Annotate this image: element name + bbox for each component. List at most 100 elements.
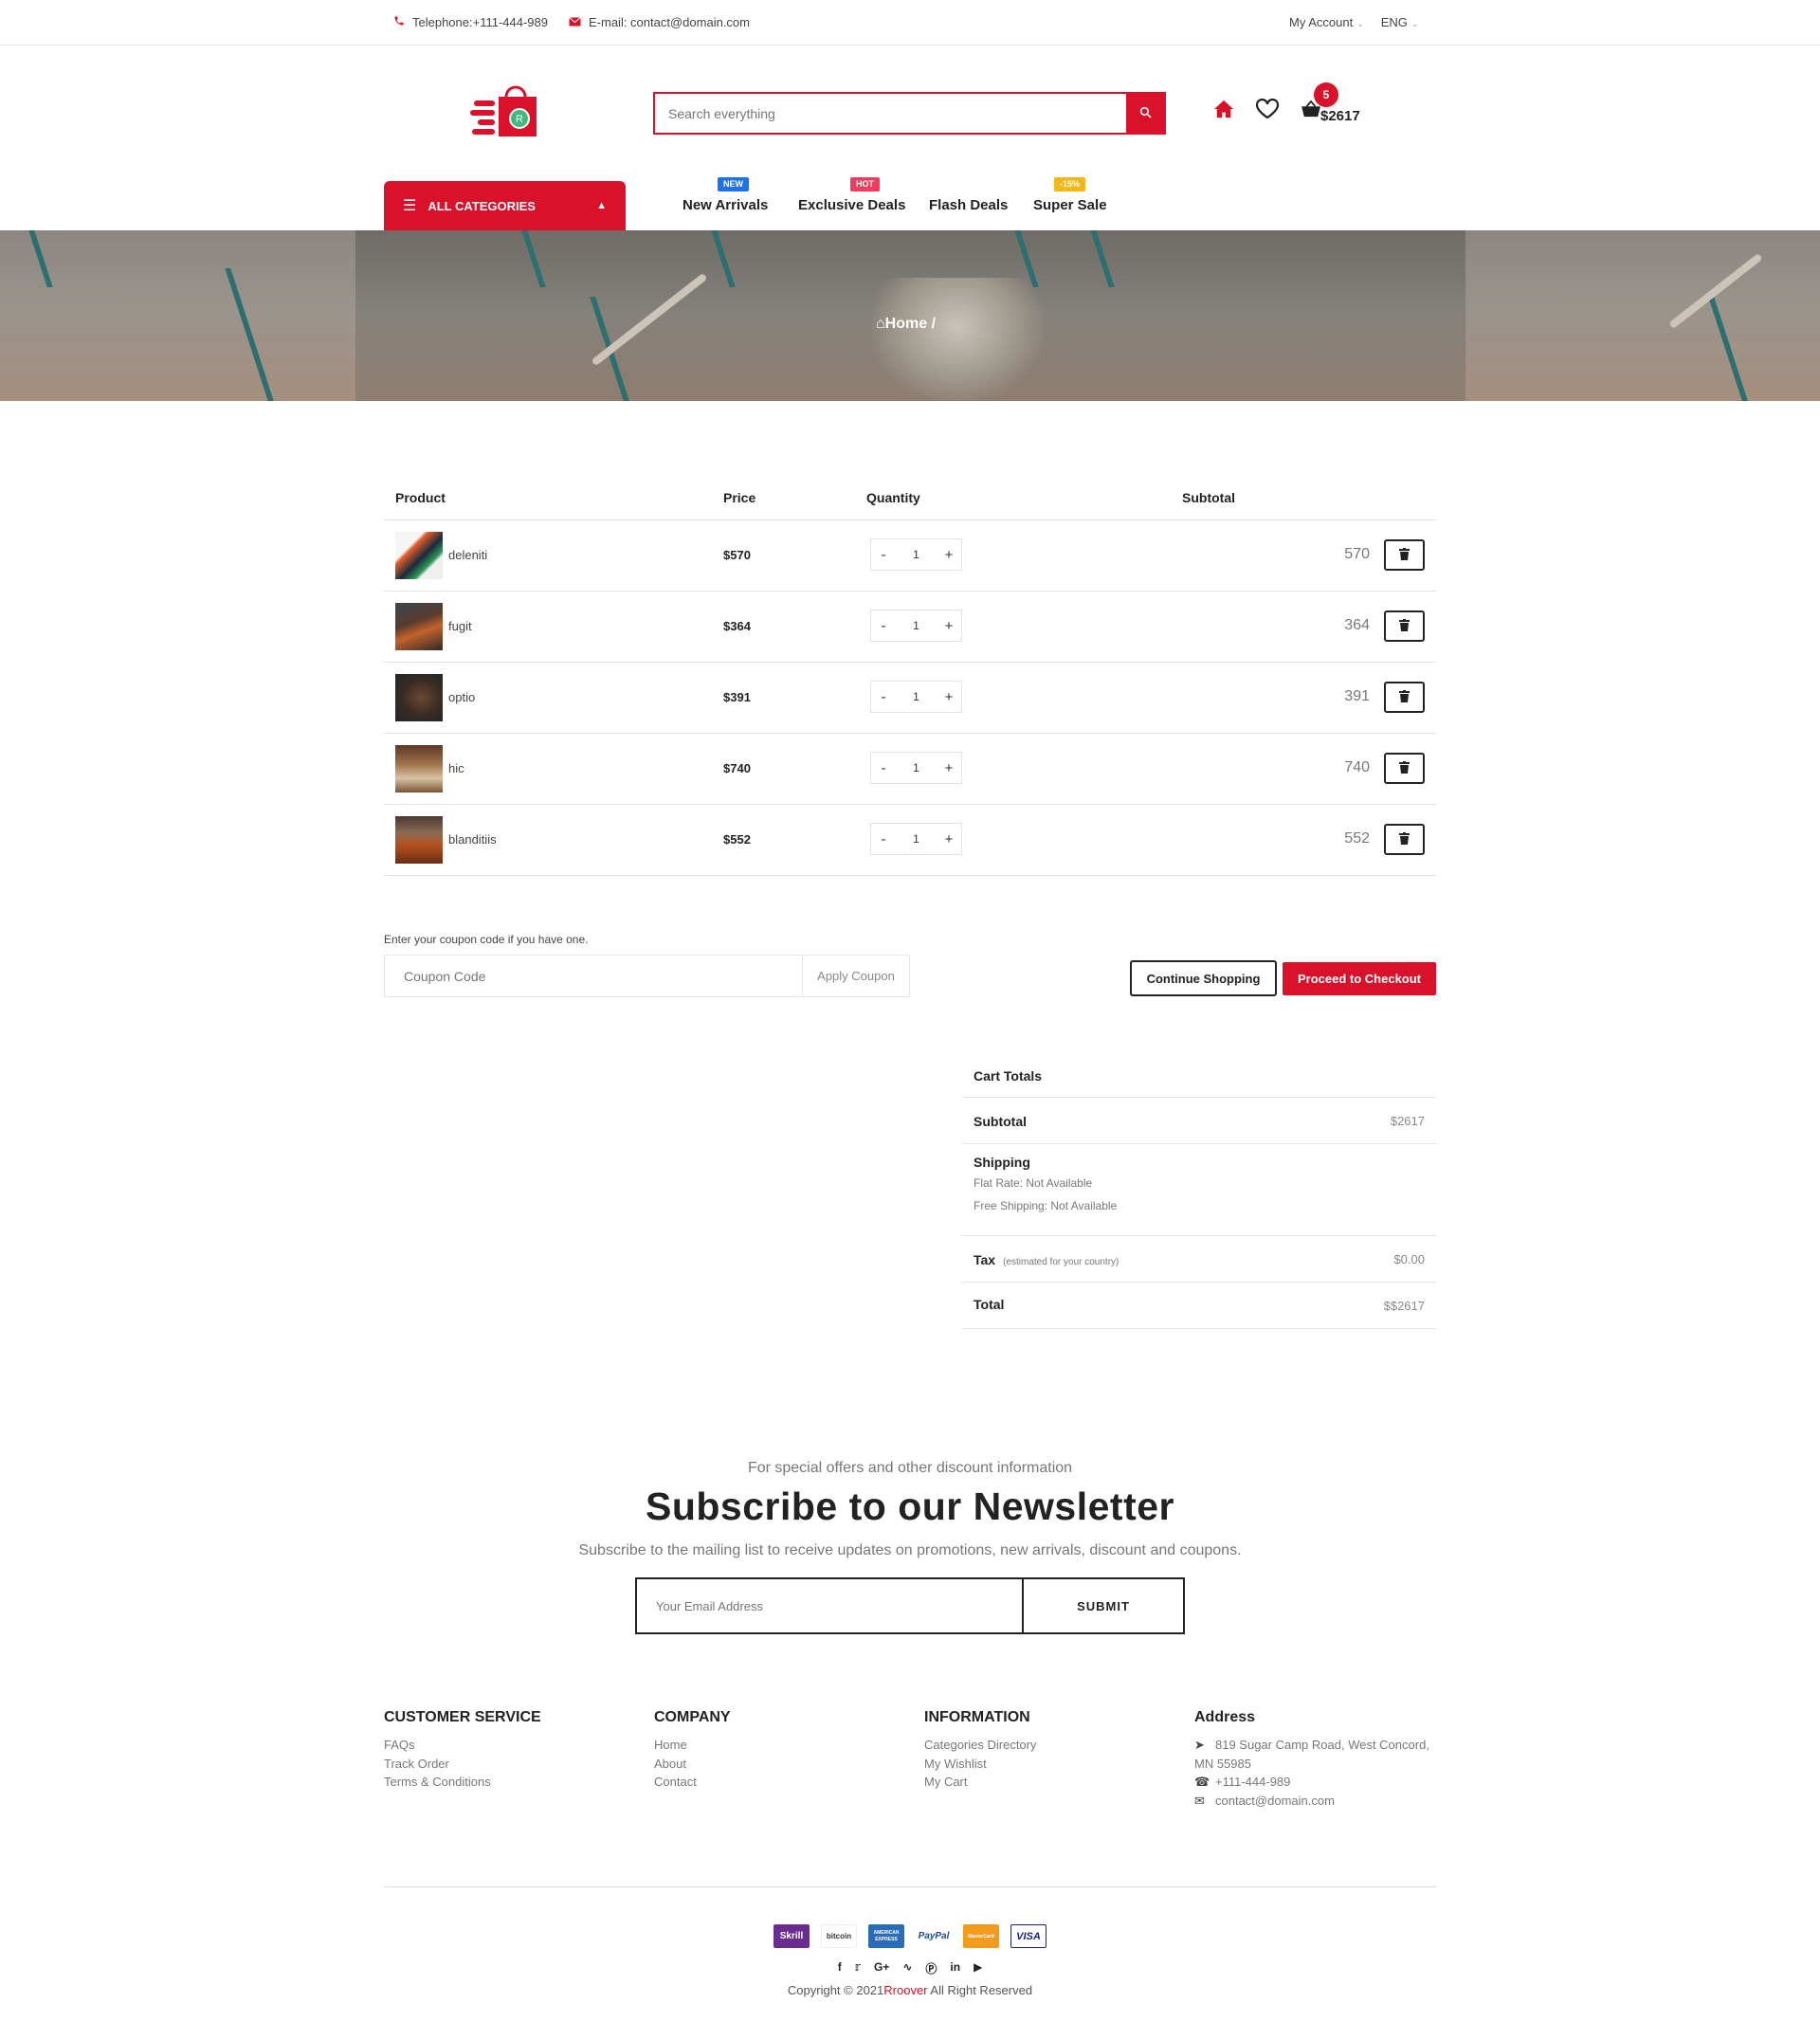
remove-item-button[interactable]: [1384, 610, 1425, 642]
footer-heading: CUSTOMER SERVICE: [384, 1709, 541, 1725]
qty-value[interactable]: 1: [913, 832, 919, 846]
telephone-text: Telephone:+111-444-989: [412, 15, 548, 29]
qty-value[interactable]: 1: [913, 761, 919, 774]
nav-exclusive-deals[interactable]: Exclusive Deals: [798, 197, 905, 213]
linkedin-icon[interactable]: in: [950, 1960, 960, 1976]
visa-logo: VISA: [1010, 1924, 1046, 1948]
breadcrumb[interactable]: ⌂Home /: [876, 316, 936, 333]
qty-increase-button[interactable]: +: [937, 547, 961, 563]
product-thumbnail[interactable]: [395, 603, 443, 650]
trash-icon: [1399, 618, 1410, 634]
address-phone: ☎ +111-444-989: [1194, 1773, 1441, 1792]
heart-icon[interactable]: [1255, 98, 1280, 122]
search-input[interactable]: [655, 94, 1126, 133]
qty-increase-button[interactable]: +: [937, 760, 961, 776]
table-row: blanditiis $552 - 1 + 552: [384, 804, 1436, 875]
product-name[interactable]: hic: [448, 761, 464, 775]
search-button[interactable]: [1126, 94, 1164, 133]
google-plus-icon[interactable]: G+: [874, 1960, 889, 1976]
product-name[interactable]: fugit: [448, 619, 472, 633]
footer-heading: Address: [1194, 1709, 1256, 1725]
product-thumbnail[interactable]: [395, 674, 443, 721]
pinterest-icon[interactable]: Ⓟ: [925, 1960, 937, 1976]
footer-link-wishlist[interactable]: My Wishlist: [924, 1755, 1037, 1774]
all-categories-button[interactable]: ☰ ALL CATEGORIES ▲: [384, 181, 626, 230]
table-row: hic $740 - 1 + 740: [384, 733, 1436, 804]
remove-item-button[interactable]: [1384, 824, 1425, 855]
all-categories-label: ALL CATEGORIES: [428, 198, 536, 213]
footer-link-track-order[interactable]: Track Order: [384, 1755, 541, 1774]
language-menu[interactable]: ENG ⌄: [1381, 15, 1419, 29]
site-logo[interactable]: R: [470, 83, 540, 140]
cart-count-badge: 5: [1314, 82, 1338, 107]
table-row: optio $391 - 1 + 391: [384, 662, 1436, 733]
apply-coupon-button[interactable]: Apply Coupon: [802, 956, 909, 996]
footer-information: INFORMATION Categories Directory My Wish…: [924, 1709, 1037, 1792]
continue-shopping-button[interactable]: Continue Shopping: [1130, 960, 1277, 996]
qty-increase-button[interactable]: +: [937, 618, 961, 634]
footer-address: Address ➤ 819 Sugar Camp Road, West Conco…: [1194, 1709, 1441, 1810]
home-icon[interactable]: [1213, 100, 1234, 121]
footer-link-terms[interactable]: Terms & Conditions: [384, 1773, 541, 1792]
proceed-to-checkout-button[interactable]: Proceed to Checkout: [1283, 962, 1436, 995]
qty-increase-button[interactable]: +: [937, 831, 961, 847]
quantity-stepper: - 1 +: [870, 752, 962, 784]
col-header-subtotal: Subtotal: [1182, 490, 1235, 505]
youtube-icon[interactable]: ▶: [974, 1960, 982, 1976]
nav-flash-deals[interactable]: Flash Deals: [929, 197, 1008, 213]
footer-link-categories[interactable]: Categories Directory: [924, 1736, 1037, 1755]
footer-link-faqs[interactable]: FAQs: [384, 1736, 541, 1755]
product-name[interactable]: optio: [448, 690, 475, 704]
subtotal-row: Subtotal $2617: [962, 1098, 1436, 1144]
nav-super-sale[interactable]: Super Sale: [1033, 197, 1107, 213]
qty-value[interactable]: 1: [913, 548, 919, 561]
copyright-suffix: All Right Reserved: [927, 1983, 1033, 1997]
qty-decrease-button[interactable]: -: [871, 831, 896, 847]
home-breadcrumb-icon: ⌂: [876, 316, 885, 332]
product-name[interactable]: deleniti: [448, 548, 487, 562]
phone-icon: ☎: [1194, 1775, 1210, 1789]
remove-item-button[interactable]: [1384, 753, 1425, 784]
footer-link-about[interactable]: About: [654, 1755, 731, 1774]
row-subtotal: 740: [1344, 759, 1370, 775]
footer-link-contact[interactable]: Contact: [654, 1773, 731, 1792]
footer-link-cart[interactable]: My Cart: [924, 1773, 1037, 1792]
coupon-input[interactable]: [385, 956, 802, 996]
qty-decrease-button[interactable]: -: [871, 689, 896, 705]
qty-increase-button[interactable]: +: [937, 689, 961, 705]
product-thumbnail[interactable]: [395, 532, 443, 579]
cart-total-amount: $2617: [1320, 108, 1360, 124]
paypal-logo: PayPal: [916, 1924, 952, 1948]
quantity-stepper: - 1 +: [870, 681, 962, 713]
newsletter-email-input[interactable]: [637, 1579, 1022, 1632]
qty-decrease-button[interactable]: -: [871, 618, 896, 634]
newsletter-submit-button[interactable]: SUBMIT: [1022, 1579, 1183, 1632]
my-account-menu[interactable]: My Account ⌄: [1289, 15, 1364, 29]
remove-item-button[interactable]: [1384, 539, 1425, 571]
qty-value[interactable]: 1: [913, 619, 919, 632]
remove-item-button[interactable]: [1384, 682, 1425, 713]
qty-value[interactable]: 1: [913, 690, 919, 703]
product-thumbnail[interactable]: [395, 816, 443, 864]
product-name[interactable]: blanditiis: [448, 832, 497, 847]
twitter-icon[interactable]: 𝕣: [855, 1960, 861, 1976]
search-icon: [1139, 106, 1152, 121]
row-subtotal: 391: [1344, 688, 1370, 704]
rss-icon[interactable]: ∿: [902, 1960, 912, 1976]
newsletter-subtitle: Subscribe to the mailing list to receive…: [578, 1542, 1242, 1558]
breadcrumb-home: Home /: [884, 316, 937, 332]
brand-link[interactable]: Rroover: [883, 1983, 927, 1997]
row-subtotal: 570: [1344, 546, 1370, 562]
tax-label: Tax: [974, 1252, 996, 1267]
footer-link-home[interactable]: Home: [654, 1736, 731, 1755]
facebook-icon[interactable]: f: [838, 1960, 842, 1976]
qty-decrease-button[interactable]: -: [871, 760, 896, 776]
nav-new-arrivals[interactable]: New Arrivals: [682, 197, 768, 213]
chevron-down-icon: ⌄: [1410, 19, 1419, 28]
my-account-label: My Account: [1289, 15, 1354, 29]
product-price: $391: [723, 690, 751, 704]
qty-decrease-button[interactable]: -: [871, 547, 896, 563]
shipping-label: Shipping: [974, 1155, 1030, 1170]
product-thumbnail[interactable]: [395, 745, 443, 792]
footer-company: COMPANY Home About Contact: [654, 1709, 731, 1792]
